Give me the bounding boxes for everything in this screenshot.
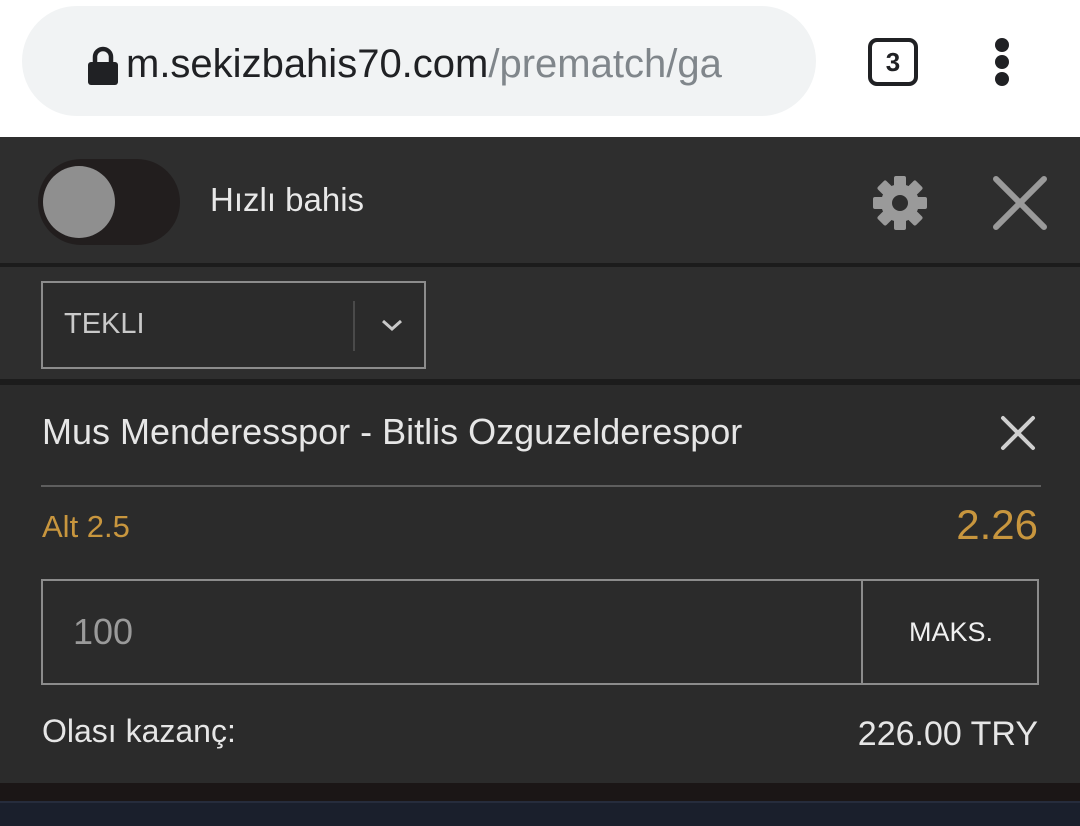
gear-icon[interactable] xyxy=(872,175,928,231)
quick-bet-toggle[interactable] xyxy=(38,159,180,245)
potential-win-value: 226.00 TRY xyxy=(857,715,1038,753)
bet-type-select[interactable]: TEKLI xyxy=(41,281,426,369)
toggle-knob xyxy=(43,166,115,238)
more-vert-icon[interactable] xyxy=(990,38,1016,86)
quick-bet-label: Hızlı bahis xyxy=(210,181,365,218)
betslip-panel: Hızlı bahis TEKLI Mus Menderesspor - Bit… xyxy=(0,137,1080,826)
url-path: /prematch/ga xyxy=(488,42,722,86)
lock-icon xyxy=(88,46,118,85)
stake-input[interactable] xyxy=(43,581,861,683)
selection-label: Alt 2.5 xyxy=(42,509,130,544)
divider xyxy=(41,485,1041,487)
max-button[interactable]: MAKS. xyxy=(861,581,1039,683)
close-icon[interactable] xyxy=(990,173,1050,233)
tabs-icon[interactable]: 3 xyxy=(868,38,918,86)
close-icon[interactable] xyxy=(998,413,1038,453)
betslip-header: Hızlı bahis xyxy=(0,137,1080,267)
separator xyxy=(0,783,1080,801)
url-text[interactable]: m.sekizbahis70.com/prematch/ga xyxy=(126,36,794,92)
bet-item: Mus Menderesspor - Bitlis Ozguzelderespo… xyxy=(0,385,1080,783)
bet-type-row: TEKLI xyxy=(0,267,1080,385)
bet-type-value: TEKLI xyxy=(64,308,145,340)
browser-toolbar: m.sekizbahis70.com/prematch/ga 3 xyxy=(0,0,1080,137)
stake-row: MAKS. xyxy=(41,579,1039,685)
chevron-down-icon xyxy=(382,319,402,332)
potential-win-label: Olası kazanç: xyxy=(42,713,236,749)
select-divider xyxy=(353,301,355,351)
address-bar[interactable]: m.sekizbahis70.com/prematch/ga xyxy=(22,6,816,116)
match-title: Mus Menderesspor - Bitlis Ozguzelderespo… xyxy=(42,411,743,452)
odds-value: 2.26 xyxy=(956,501,1038,548)
tab-count: 3 xyxy=(885,46,901,77)
url-host: m.sekizbahis70.com xyxy=(126,42,489,86)
footer-strip xyxy=(0,801,1080,826)
